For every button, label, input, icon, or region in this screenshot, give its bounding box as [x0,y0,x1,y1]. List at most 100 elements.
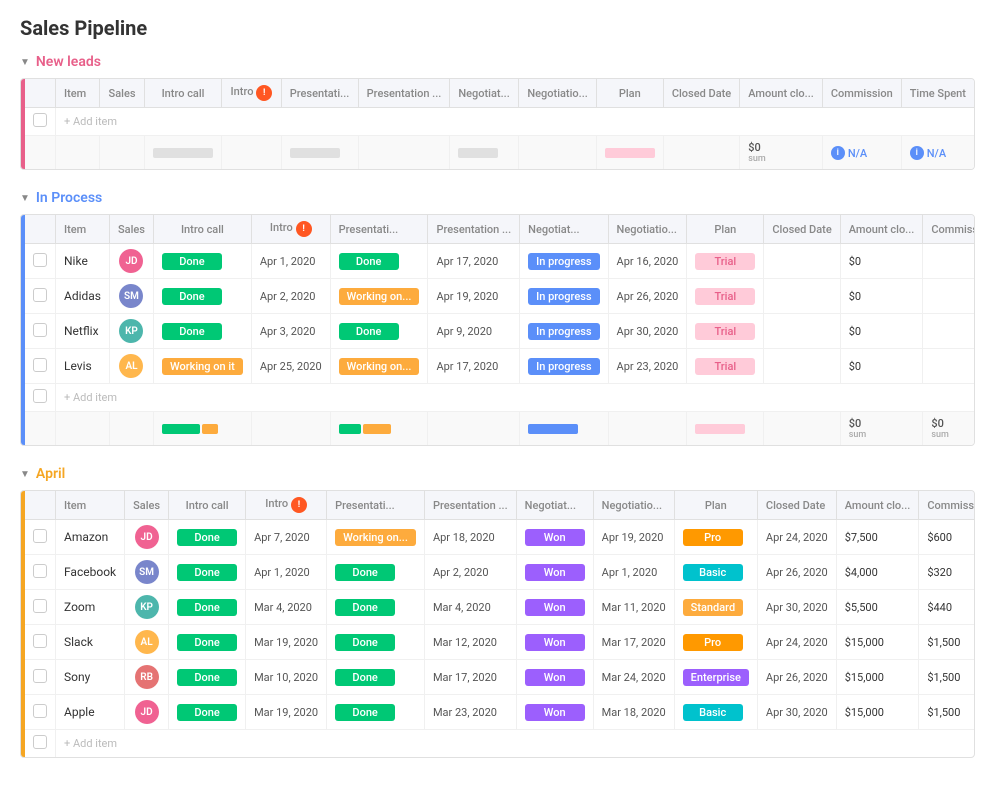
closed-date: Apr 26, 2020 [766,566,828,579]
section-april: ▼ April Item Sales Intro call Intro ! Pr… [20,466,975,758]
pres1-badge: Working on... [339,358,420,375]
neg2-date: Mar 24, 2020 [602,671,666,684]
checkbox[interactable] [33,389,47,403]
th-item-1: Item [56,215,110,244]
checkbox[interactable] [33,113,47,127]
intro-call-badge: Done [177,669,237,686]
th-plan-2: Plan [674,491,757,520]
th-commission-1: Commission [923,215,975,244]
intro-call-badge: Done [177,529,237,546]
plan-badge: Trial [695,323,755,340]
row-amount: $0 [849,255,861,268]
section-header-new-leads[interactable]: ▼ New leads [20,54,975,70]
th-neg2-1: Negotiatio... [608,215,687,244]
closed-date: Apr 30, 2020 [766,706,828,719]
row-checkbox[interactable] [33,599,47,613]
th-pres1-1: Presentati... [330,215,428,244]
avatar: SM [135,560,159,584]
plan-badge: Basic [683,564,743,581]
th-sales-1: Sales [110,215,154,244]
row-checkbox[interactable] [33,288,47,302]
table-row: AdidasSMDoneApr 2, 2020Working on...Apr … [25,279,975,314]
row-checkbox[interactable] [33,634,47,648]
neg1-badge: Won [525,599,585,616]
plan-badge: Pro [683,529,743,546]
th-timespent-0: Time Spent [901,79,974,108]
add-item-label[interactable]: + Add item [56,384,976,412]
row-item: Slack [64,635,93,649]
row-checkbox[interactable] [33,704,47,718]
alert-icon-0: ! [256,85,272,101]
th-plan-1: Plan [687,215,764,244]
row-commission: $440 [927,601,952,614]
avatar: RB [135,665,159,689]
intro-date: Mar 19, 2020 [254,636,318,649]
th-item-0: Item [56,79,100,108]
checkbox[interactable] [33,735,47,749]
row-checkbox[interactable] [33,253,47,267]
table-row: LevisALWorking on itApr 25, 2020Working … [25,349,975,384]
sum-commission-1: $0sum [931,417,975,440]
intro-call-badge: Done [162,288,222,305]
row-checkbox[interactable] [33,358,47,372]
table-row: ZoomKPDoneMar 4, 2020DoneMar 4, 2020WonM… [25,590,975,625]
table-row: NetflixKPDoneApr 3, 2020DoneApr 9, 2020I… [25,314,975,349]
add-item-label[interactable]: + Add item [56,108,975,136]
intro-date: Apr 3, 2020 [260,325,316,338]
row-item: Nike [64,254,88,268]
pres1-badge: Done [335,599,395,616]
intro-call-badge: Working on it [162,358,243,375]
chevron-icon-3: ▼ [20,469,30,480]
intro-date: Mar 10, 2020 [254,671,318,684]
add-item-row[interactable]: + Add item [25,108,974,136]
pres2-date: Apr 9, 2020 [436,325,492,338]
th-closed-2: Closed Date [757,491,836,520]
intro-date: Mar 19, 2020 [254,706,318,719]
row-commission: $1,500 [927,636,960,649]
plan-badge: Trial [695,288,755,305]
neg1-badge: In progress [528,253,599,270]
row-amount: $0 [849,325,861,338]
plan-badge: Enterprise [683,669,749,686]
closed-date: Apr 24, 2020 [766,636,828,649]
avatar: KP [135,595,159,619]
page-title: Sales Pipeline [20,16,975,40]
add-item-label-april[interactable]: + Add item [56,730,976,758]
section-header-in-process[interactable]: ▼ In Process [20,190,975,206]
table-new-leads: Item Sales Intro call Intro ! Presentati… [20,78,975,170]
neg2-date: Apr 16, 2020 [617,255,679,268]
avatar: SM [119,284,143,308]
pres1-badge: Done [339,253,399,270]
summary-commission-0: i N/A [831,146,867,160]
row-checkbox[interactable] [33,564,47,578]
chevron-icon-2: ▼ [20,193,30,204]
row-checkbox[interactable] [33,323,47,337]
pres2-date: Mar 23, 2020 [433,706,497,719]
alert-icon-1: ! [296,221,312,237]
table-row: AmazonJDDoneApr 7, 2020Working on...Apr … [25,520,975,555]
table-row: SonyRBDoneMar 10, 2020DoneMar 17, 2020Wo… [25,660,975,695]
add-item-row-april[interactable]: + Add item [25,730,975,758]
section-header-april[interactable]: ▼ April [20,466,975,482]
table-row: FacebookSMDoneApr 1, 2020DoneApr 2, 2020… [25,555,975,590]
row-commission: $600 [927,531,952,544]
th-item-2: Item [56,491,125,520]
intro-date: Apr 1, 2020 [254,566,310,579]
row-item: Levis [64,359,92,373]
section-title-april: April [36,466,65,482]
neg2-date: Mar 11, 2020 [602,601,666,614]
intro-call-badge: Done [162,253,222,270]
alert-icon-2: ! [291,497,307,513]
pres1-badge: Working on... [339,288,420,305]
row-amount: $0 [849,290,861,303]
th-intro-call-2: Intro call [169,491,246,520]
row-checkbox[interactable] [33,529,47,543]
row-commission: $320 [927,566,952,579]
th-intro2-1: Intro ! [251,215,330,244]
avatar: JD [119,249,143,273]
summary-amount-0: $0sum [748,141,814,164]
row-commission: $1,500 [927,671,960,684]
row-checkbox[interactable] [33,669,47,683]
add-item-row[interactable]: + Add item [25,384,975,412]
th-intro2-2: Intro ! [246,491,327,520]
